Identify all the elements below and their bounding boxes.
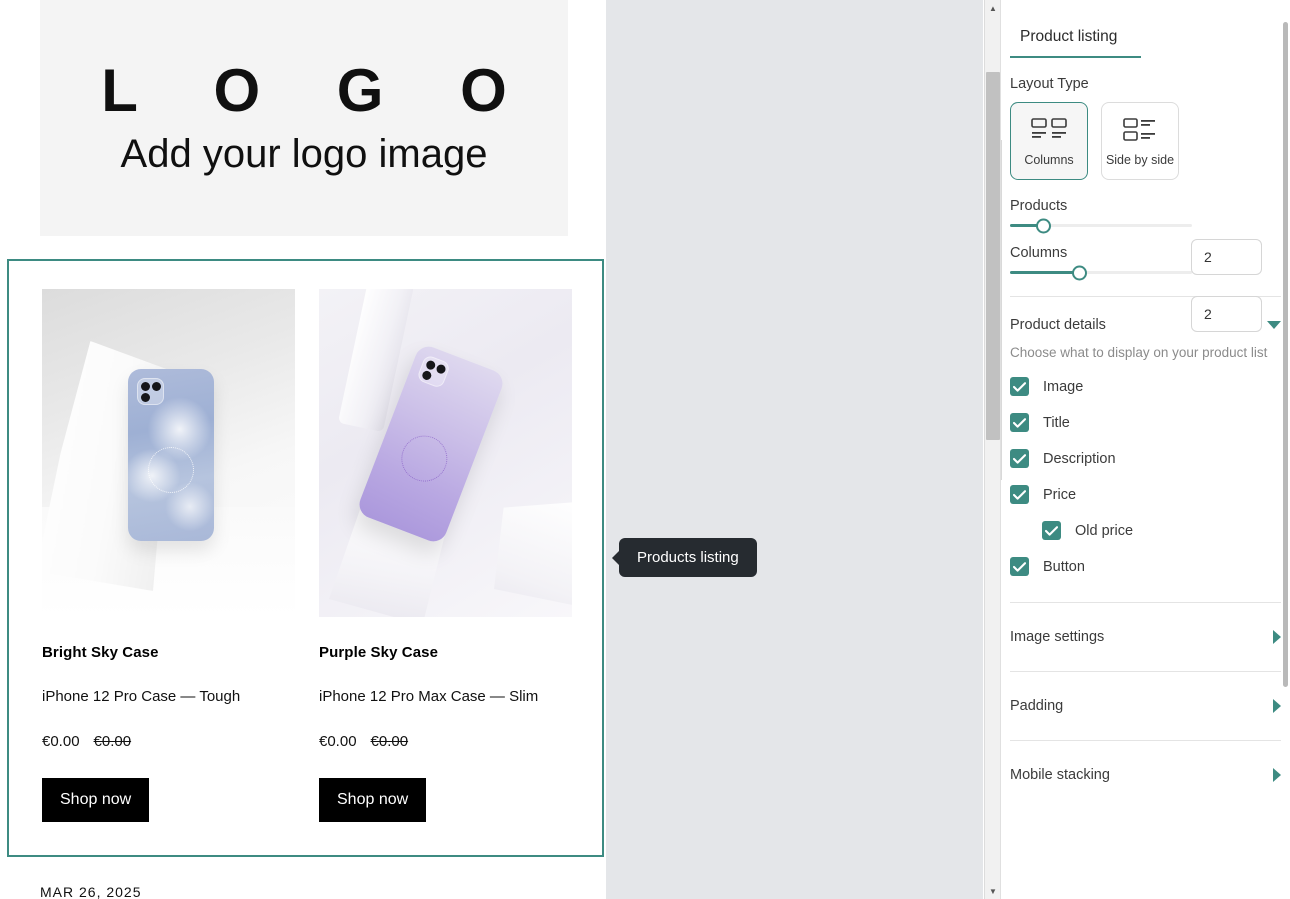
columns-number-input[interactable]: 2 [1191,296,1262,332]
image-settings-section: Image settings [1010,603,1281,671]
products-slider[interactable] [1010,218,1192,233]
camera-module-icon [137,378,164,405]
mobile-stacking-title: Mobile stacking [1010,767,1110,783]
product-description: iPhone 12 Pro Max Case — Slim [319,688,539,705]
product-image[interactable] [42,289,295,617]
product-old-price: €0.00 [93,733,132,750]
checkbox-label-title: Title [1043,414,1070,431]
logo-word: L O G O [101,56,537,124]
image-settings-header[interactable]: Image settings [1010,629,1281,645]
camera-module-icon [416,354,452,390]
canvas-scrollbar[interactable]: ▲ ▼ [984,0,1000,899]
product-card[interactable]: Purple Sky Case iPhone 12 Pro Max Case —… [319,289,572,822]
chevron-right-icon[interactable] [1273,768,1281,782]
checkbox-row-price[interactable]: Price [1010,485,1281,504]
checkbox-old-price[interactable] [1042,521,1061,540]
panel-tab-bar: Product listing [1001,0,1290,58]
app-root: L O G O Add your logo image Bright Sky C… [0,0,1290,899]
layout-option-columns[interactable]: Columns [1010,102,1088,180]
panel-left-divider [1001,140,1002,480]
block-selection-tooltip: Products listing [619,538,757,577]
email-canvas[interactable]: L O G O Add your logo image Bright Sky C… [0,0,606,899]
product-grid: Bright Sky Case iPhone 12 Pro Case — Tou… [42,289,572,822]
padding-section: Padding [1010,672,1281,740]
case-ring-print [148,447,194,493]
panel-body: Layout Type Columns Side by side Product… [1001,76,1290,809]
layout-option-side-by-side-label: Side by side [1105,152,1175,167]
logo-placeholder-block[interactable]: L O G O Add your logo image [40,0,568,236]
product-card[interactable]: Bright Sky Case iPhone 12 Pro Case — Tou… [42,289,295,822]
products-slider-label: Products [1010,198,1068,214]
products-number-input-wrap: 2 [1191,239,1262,275]
scroll-up-arrow-icon[interactable]: ▲ [985,0,1001,16]
panel-scrollbar-thumb[interactable] [1283,22,1288,687]
post-date-text: MAR 26, 2025 [40,884,142,899]
checkbox-label-old-price: Old price [1075,522,1134,539]
product-old-price: €0.00 [370,733,409,750]
columns-slider[interactable] [1010,265,1192,280]
scroll-down-arrow-icon[interactable]: ▼ [985,883,1001,899]
mobile-stacking-section: Mobile stacking [1010,741,1281,809]
checkbox-label-price: Price [1043,486,1077,503]
padding-header[interactable]: Padding [1010,698,1281,714]
layout-type-label: Layout Type [1010,76,1089,92]
mobile-stacking-header[interactable]: Mobile stacking [1010,767,1281,783]
price-row: €0.00 €0.00 [42,733,295,750]
email-canvas-scroll-area[interactable]: L O G O Add your logo image Bright Sky C… [0,0,983,899]
checkbox-row-button[interactable]: Button [1010,557,1281,576]
camera-lens-icon [141,393,150,402]
photo-paper-prop [494,501,572,607]
panel-scrollbar[interactable] [1282,0,1290,899]
product-image[interactable] [319,289,572,617]
shop-now-button[interactable]: Shop now [319,778,427,822]
checkbox-label-image: Image [1043,378,1084,395]
products-slider-row [1010,218,1281,233]
checkbox-row-title[interactable]: Title [1010,413,1281,432]
product-details-title: Product details [1010,317,1106,333]
layout-option-side-by-side[interactable]: Side by side [1101,102,1179,180]
products-listing-block-selected[interactable]: Bright Sky Case iPhone 12 Pro Case — Tou… [7,259,604,857]
columns-slider-thumb[interactable] [1072,265,1088,280]
image-settings-title: Image settings [1010,629,1105,645]
price-row: €0.00 €0.00 [319,733,572,750]
shop-now-button[interactable]: Shop now [42,778,150,822]
side-by-side-layout-icon [1123,117,1155,141]
tab-active-underline [1010,56,1141,58]
chevron-right-icon[interactable] [1273,630,1281,644]
product-description: iPhone 12 Pro Case — Tough [42,688,241,705]
chevron-right-icon[interactable] [1273,699,1281,713]
checkbox-price[interactable] [1010,485,1029,504]
logo-subtitle: Add your logo image [120,131,488,176]
checkbox-image[interactable] [1010,377,1029,396]
settings-panel: Product listing Layout Type Columns Side… [1000,0,1290,899]
columns-layout-icon [1031,117,1067,138]
checkbox-button[interactable] [1010,557,1029,576]
products-slider-thumb[interactable] [1035,218,1051,233]
product-price: €0.00 [42,733,80,750]
case-ring-print [394,428,455,489]
camera-lens-icon [420,369,433,382]
checkbox-row-old-price[interactable]: Old price [1042,521,1281,540]
layout-type-options: Columns Side by side [1010,102,1281,180]
product-price: €0.00 [319,733,357,750]
layout-option-columns-label: Columns [1024,152,1074,167]
padding-title: Padding [1010,698,1064,714]
columns-slider-fill [1010,271,1080,274]
product-title: Bright Sky Case [42,644,159,661]
columns-number-input-wrap: 2 [1191,296,1262,332]
product-title: Purple Sky Case [319,644,439,661]
checkbox-label-button: Button [1043,558,1085,575]
checkbox-description[interactable] [1010,449,1029,468]
tab-product-listing[interactable]: Product listing [1011,28,1126,58]
checkbox-row-description[interactable]: Description [1010,449,1281,468]
chevron-down-icon[interactable] [1267,321,1281,329]
checkbox-row-image[interactable]: Image [1010,377,1281,396]
checkbox-title[interactable] [1010,413,1029,432]
canvas-scrollbar-thumb[interactable] [986,72,1000,440]
products-number-input[interactable]: 2 [1191,239,1262,275]
checkbox-label-description: Description [1043,450,1116,467]
product-details-hint: Choose what to display on your product l… [1010,345,1268,360]
phone-case-blue [128,369,214,541]
